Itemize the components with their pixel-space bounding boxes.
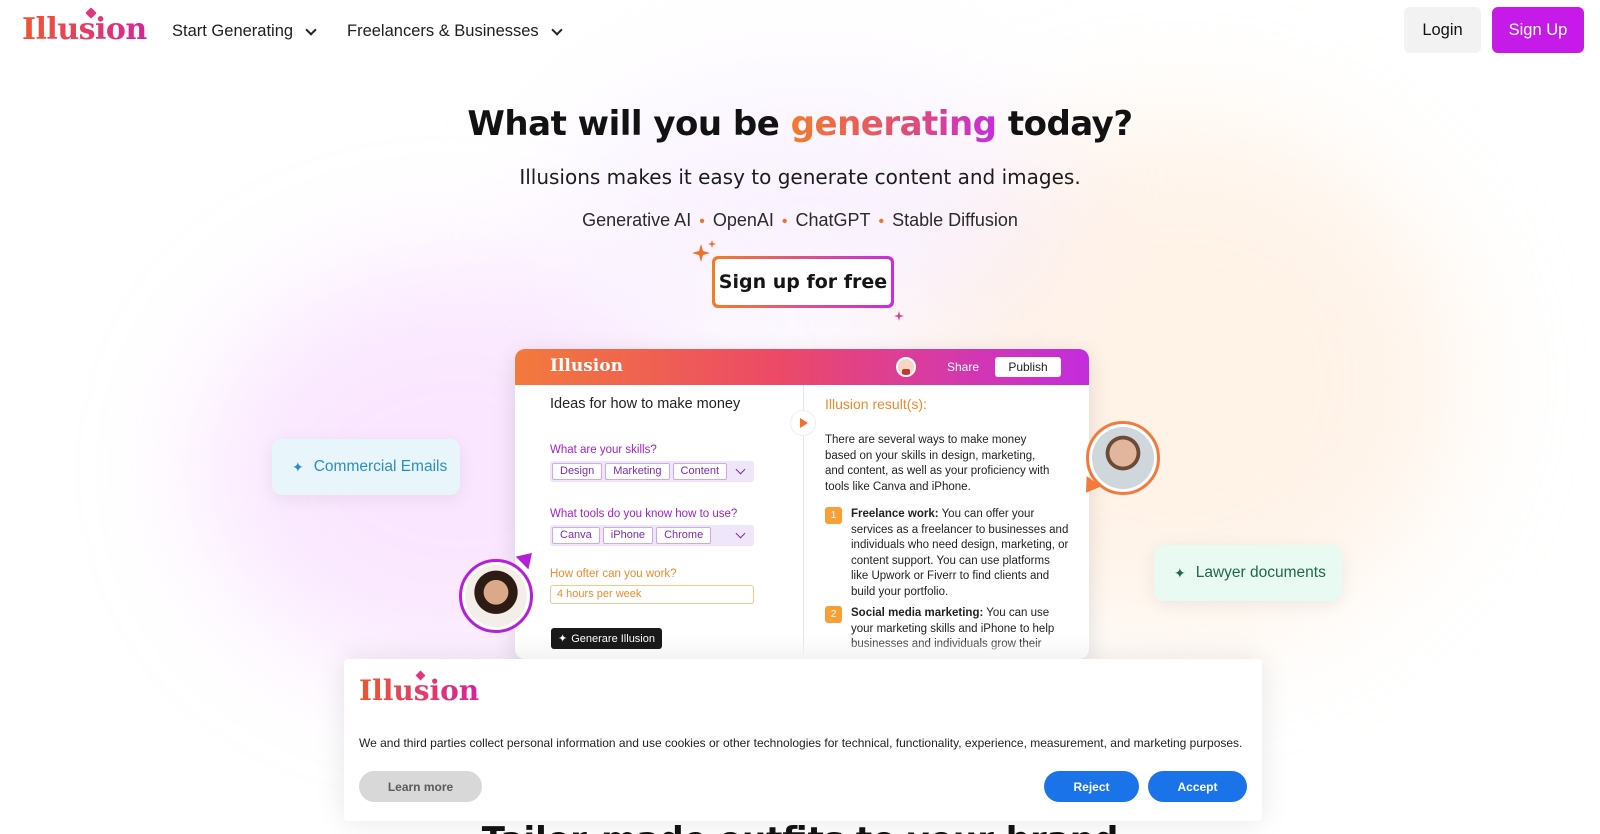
tag-separator: • — [878, 213, 885, 230]
sparkle-icon: ✦ — [1174, 564, 1186, 581]
accept-button[interactable]: Accept — [1148, 771, 1247, 802]
chip: iPhone — [602, 527, 654, 544]
chevron-down-icon — [735, 464, 746, 475]
hero-title-highlight: generating — [790, 104, 997, 144]
reject-button[interactable]: Reject — [1044, 771, 1139, 802]
preview-question-skills: What are your skills? — [550, 444, 657, 456]
preview-fade — [803, 639, 1089, 659]
result-number-badge: 2 — [825, 606, 842, 623]
result-item-body: You can offer your services as a freelan… — [851, 508, 1069, 598]
chip: Design — [552, 463, 603, 480]
skills-chips: Design Marketing Content — [550, 461, 754, 482]
tag-item: OpenAI — [712, 210, 774, 230]
preview-share-button: Share — [947, 360, 980, 374]
avatar-photo — [465, 565, 527, 627]
preview-generate-button: ✦ Generare Illusion — [551, 628, 662, 649]
hero-title: What will you be generating today? — [0, 104, 1600, 144]
learn-more-button[interactable]: Learn more — [359, 771, 482, 802]
hero-subtitle: Illusions makes it easy to generate cont… — [519, 165, 1081, 189]
preview-publish-button: Publish — [995, 357, 1061, 377]
result-item: 1 Freelance work: You can offer your ser… — [825, 507, 1070, 600]
result-item-title: Freelance work: — [851, 508, 939, 520]
tag-separator: • — [699, 213, 705, 230]
avatar-woman — [459, 559, 533, 633]
chip: Marketing — [605, 463, 670, 480]
tag-separator: • — [781, 213, 788, 230]
tech-tags: Generative AI • OpenAI • ChatGPT • Stable Diff… — [0, 210, 1600, 231]
preview-result-title: Illusion result(s): — [825, 396, 927, 412]
preview-result-intro: There are several ways to make money bas… — [825, 434, 1050, 493]
login-button[interactable]: Login — [1404, 7, 1481, 53]
preview-topbar: Illusion Share Publish — [515, 349, 1089, 385]
chevron-down-icon — [551, 23, 563, 36]
nav-start-generating[interactable]: Start Generating — [172, 22, 317, 41]
chip: Canva — [552, 527, 600, 544]
nav-freelancers-businesses-label: Freelancers & Businesses — [347, 22, 539, 40]
nav-freelancers-businesses[interactable]: Freelancers & Businesses — [347, 22, 563, 41]
logo[interactable]: Illusion — [22, 12, 147, 47]
sparkle-icon: ✦ — [292, 458, 304, 475]
cookie-banner: Illusion We and third parties collect pe… — [344, 659, 1262, 821]
tag-item: Stable Diffusion — [892, 210, 1018, 230]
hero-title-before: What will you be — [467, 104, 791, 144]
play-icon — [790, 410, 816, 436]
nav-start-generating-label: Start Generating — [172, 22, 294, 40]
preview-question-tools: What tools do you know how to use? — [550, 508, 738, 520]
result-item-title: Social media marketing: — [851, 607, 984, 619]
result-item-text: Freelance work: You can offer your servi… — [851, 507, 1070, 600]
result-number-badge: 1 — [825, 507, 842, 524]
preview-question-hours: How ofter can you work? — [550, 568, 677, 580]
preview-logo: Illusion — [550, 356, 623, 376]
chevron-down-icon — [305, 23, 317, 36]
lawyer-documents-pill: ✦ Lawyer documents — [1154, 545, 1342, 601]
chip: Content — [672, 463, 728, 480]
signup-free-button-frame: Sign up for free — [712, 256, 894, 308]
chevron-down-icon — [735, 528, 746, 539]
tag-item: ChatGPT — [795, 210, 871, 230]
below-fold-heading: Tailor-made outfits to your brand — [0, 820, 1600, 834]
preview-generate-label: Generare Illusion — [571, 632, 655, 645]
avatar-photo — [1092, 427, 1154, 489]
lawyer-documents-label: Lawyer documents — [1195, 564, 1326, 581]
site-header: Illusion Start Generating Freelancers & … — [0, 0, 1600, 66]
sparkle-icon: ✦ — [558, 633, 568, 645]
tag-item: Generative AI — [582, 210, 692, 230]
preview-prompt-title: Ideas for how to make money — [550, 396, 741, 412]
commercial-emails-pill: ✦ Commercial Emails — [272, 439, 460, 495]
commercial-emails-label: Commercial Emails — [313, 458, 448, 475]
tools-chips: Canva iPhone Chrome — [550, 525, 754, 546]
sparkle-small-icon — [894, 311, 904, 321]
signup-button[interactable]: Sign Up — [1492, 7, 1584, 53]
app-preview-card: Illusion Share Publish Ideas for how to … — [515, 349, 1089, 659]
cookie-text: We and third parties collect personal in… — [359, 736, 1243, 750]
signup-free-button[interactable]: Sign up for free — [715, 259, 891, 305]
chip: Chrome — [656, 527, 712, 544]
hero-title-after: today? — [996, 104, 1133, 144]
preview-hours-input: 4 hours per week — [550, 585, 754, 604]
preview-avatar — [896, 357, 916, 377]
